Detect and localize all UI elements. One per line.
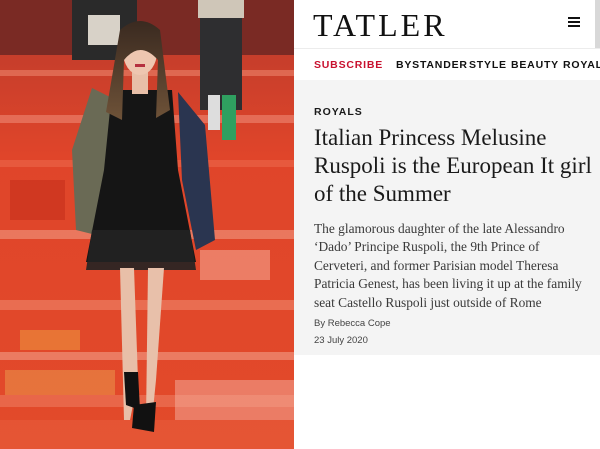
hamburger-menu-icon[interactable]: [568, 17, 580, 27]
runway-model-photo: [0, 0, 294, 449]
nav-item-bystander[interactable]: BYSTANDER: [396, 59, 468, 71]
nav-item-beauty[interactable]: BEAUTY: [511, 59, 559, 71]
nav-item-style[interactable]: STYLE: [469, 59, 507, 71]
site-logo[interactable]: TATLER: [313, 8, 448, 42]
article-byline[interactable]: By Rebecca Cope: [314, 318, 391, 329]
nav-item-royal[interactable]: ROYAL: [563, 59, 600, 71]
article-headline[interactable]: Italian Princess Melusine Ruspoli is the…: [314, 124, 592, 208]
page-below-fold: [294, 355, 600, 449]
article-standfirst: The glamorous daughter of the late Aless…: [314, 221, 582, 310]
article-panel: TATLER SUBSCRIBE BYSTANDER STYLE BEAUTY …: [294, 0, 600, 449]
site-header: TATLER: [294, 0, 600, 62]
article-date: 23 July 2020: [314, 335, 368, 346]
hero-image: [0, 0, 294, 449]
article-category[interactable]: ROYALS: [314, 106, 363, 118]
main-nav: SUBSCRIBE BYSTANDER STYLE BEAUTY ROYAL: [294, 48, 600, 81]
nav-item-subscribe[interactable]: SUBSCRIBE: [314, 59, 383, 71]
article-card: ROYALS Italian Princess Melusine Ruspoli…: [294, 80, 600, 355]
